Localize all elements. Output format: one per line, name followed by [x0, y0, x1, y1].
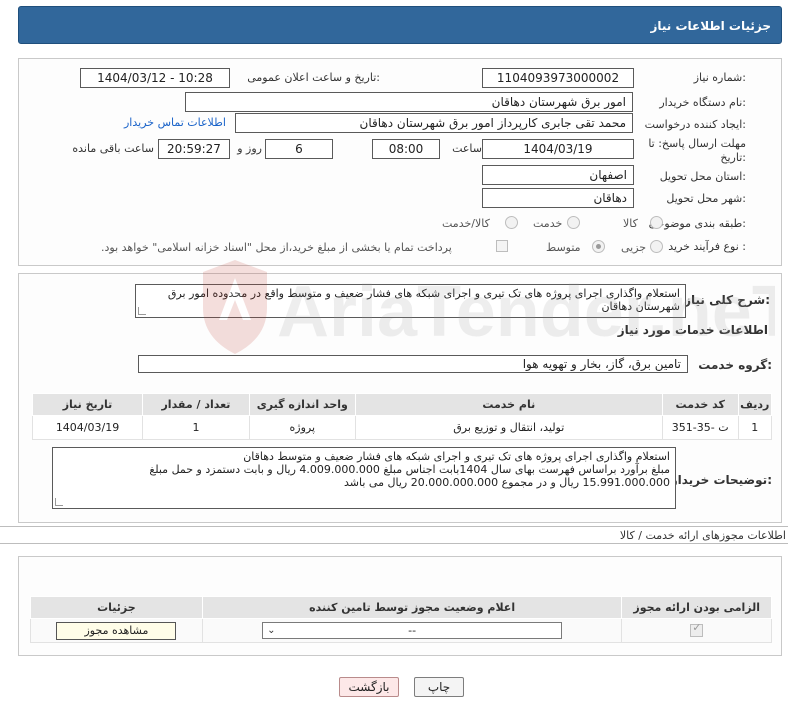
province-field: اصفهان [482, 165, 634, 185]
page-title: جزئیات اطلاعات نیاز [650, 19, 771, 33]
table-row: 1 ت -35-351 تولید، انتقال و توزیع برق پر… [31, 415, 773, 440]
treasury-checkbox[interactable] [496, 240, 508, 252]
announce-datetime-field: 1404/03/12 - 10:28 [80, 68, 230, 88]
cell-need-date: 1404/03/19 [31, 415, 144, 440]
province-label: استان محل تحویل: [659, 170, 746, 183]
services-table: ردیف کد خدمت نام خدمت واحد اندازه گیری ت… [31, 393, 773, 440]
need-number-field: 1104093973000002 [482, 68, 634, 88]
cell-service-code: ت -35-351 [661, 415, 739, 440]
col-service-code: کد خدمت [661, 393, 739, 416]
back-button[interactable]: بازگشت [339, 677, 399, 697]
permit-status-select[interactable]: ⌄ -- [262, 622, 563, 639]
category-radio-goods-service[interactable] [505, 216, 518, 229]
cell-unit: پروژه [248, 415, 356, 440]
need-number-label: شماره نیاز: [693, 71, 746, 84]
summary-textarea[interactable]: استعلام واگذاری اجرای پروژه های تک تیری … [135, 284, 686, 318]
col-unit: واحد اندازه گیری [248, 393, 356, 416]
process-radio-medium[interactable] [592, 240, 605, 253]
deadline-date-field: 1404/03/19 [482, 139, 634, 159]
col-row: ردیف [737, 393, 773, 416]
cell-permit-details: مشاهده مجوز [30, 618, 203, 643]
permit-required-checkbox: ✓ [690, 621, 704, 638]
print-button[interactable]: چاپ [414, 677, 464, 697]
buyer-notes-line: استعلام واگذاری اجرای پروژه های تک تیری … [243, 450, 670, 463]
resize-handle-icon[interactable] [55, 498, 63, 506]
buyer-org-label: نام دستگاه خریدار: [659, 96, 746, 109]
days-label: روز و [237, 142, 262, 155]
summary-text: استعلام واگذاری اجرای پروژه های تک تیری … [167, 287, 680, 313]
service-group-field: تامین برق، گاز، بخار و تهویه هوا [138, 355, 688, 373]
col-need-date: تاریخ نیاز [31, 393, 144, 416]
announce-datetime-label: تاریخ و ساعت اعلان عمومی: [247, 71, 380, 84]
city-label: شهر محل تحویل: [666, 192, 746, 205]
remaining-days-field: 6 [265, 139, 333, 159]
permits-section-title: اطلاعات مجوزهای ارائه خدمت / کالا [619, 529, 786, 542]
requester-field: محمد تقی جابری کارپرداز امور برق شهرستان… [235, 113, 633, 133]
process-option-medium: متوسط [546, 241, 581, 254]
cell-row: 1 [737, 415, 773, 440]
check-icon: ✓ [692, 621, 702, 635]
category-option-goods-service: کالا/خدمت [442, 217, 490, 230]
view-permit-button[interactable]: مشاهده مجوز [56, 621, 177, 640]
category-option-service: خدمت [533, 217, 563, 230]
category-option-goods: کالا [623, 217, 638, 230]
process-label: نوع فرآیند خرید : [668, 240, 746, 253]
cell-quantity: 1 [142, 415, 250, 440]
buyer-notes-line: 15.991.000.000 ریال و در مجموع 20.000.00… [344, 476, 670, 489]
col-permit-details: جزئیات [30, 596, 203, 619]
col-service-name: نام خدمت [354, 393, 663, 416]
city-field: دهاقان [482, 188, 634, 208]
chevron-down-icon: ⌄ [267, 625, 276, 636]
table-row: ✓ ⌄ -- مشاهده مجوز [30, 618, 772, 643]
deadline-time-field: 08:00 [372, 139, 440, 159]
page-header: جزئیات اطلاعات نیاز [18, 6, 782, 44]
buyer-notes-line: مبلغ برآورد براساس فهرست بهای سال 1404با… [149, 463, 670, 476]
services-section-title: اطلاعات خدمات مورد نیاز [617, 323, 768, 337]
summary-label: شرح کلی نیاز: [684, 293, 770, 307]
permits-table-header: الزامی بودن ارائه مجوز اعلام وضعیت مجوز … [30, 596, 772, 619]
cell-permit-required: ✓ [621, 618, 772, 643]
remaining-time-field: 20:59:27 [158, 139, 230, 159]
cell-service-name: تولید، انتقال و توزیع برق [354, 415, 663, 440]
need-info-panel [18, 58, 782, 266]
col-permit-status: اعلام وضعیت مجوز توسط تامین کننده [201, 596, 623, 619]
requester-label: ایجاد کننده درخواست: [644, 118, 746, 131]
category-label: طبقه بندی موضوعی: [648, 217, 746, 230]
permits-table: الزامی بودن ارائه مجوز اعلام وضعیت مجوز … [30, 596, 772, 643]
permit-status-value: -- [408, 624, 417, 637]
buyer-notes-label: توضیحات خریدار: [670, 473, 772, 487]
cell-permit-status: ⌄ -- [201, 618, 623, 643]
col-quantity: تعداد / مقدار [142, 393, 250, 416]
category-radio-service[interactable] [567, 216, 580, 229]
services-table-header: ردیف کد خدمت نام خدمت واحد اندازه گیری ت… [31, 393, 773, 416]
deadline-date-label: تاریخ: [720, 151, 746, 164]
category-radio-goods[interactable] [650, 216, 663, 229]
resize-handle-icon[interactable] [138, 307, 146, 315]
deadline-label: مهلت ارسال پاسخ: تا [648, 137, 746, 150]
col-permit-required: الزامی بودن ارائه مجوز [621, 596, 772, 619]
buyer-contact-link[interactable]: اطلاعات تماس خریدار [124, 116, 226, 129]
deadline-time-label: ساعت [452, 142, 482, 155]
buyer-org-field: امور برق شهرستان دهاقان [185, 92, 633, 112]
process-radio-minor[interactable] [650, 240, 663, 253]
service-group-label: گروه خدمت: [698, 358, 772, 372]
treasury-note: پرداخت تمام یا بخشی از مبلغ خرید،از محل … [101, 241, 452, 254]
process-option-minor: جزیی [621, 241, 647, 254]
buyer-notes-textarea[interactable]: استعلام واگذاری اجرای پروژه های تک تیری … [52, 447, 676, 509]
remaining-label: ساعت باقی مانده [72, 142, 154, 155]
